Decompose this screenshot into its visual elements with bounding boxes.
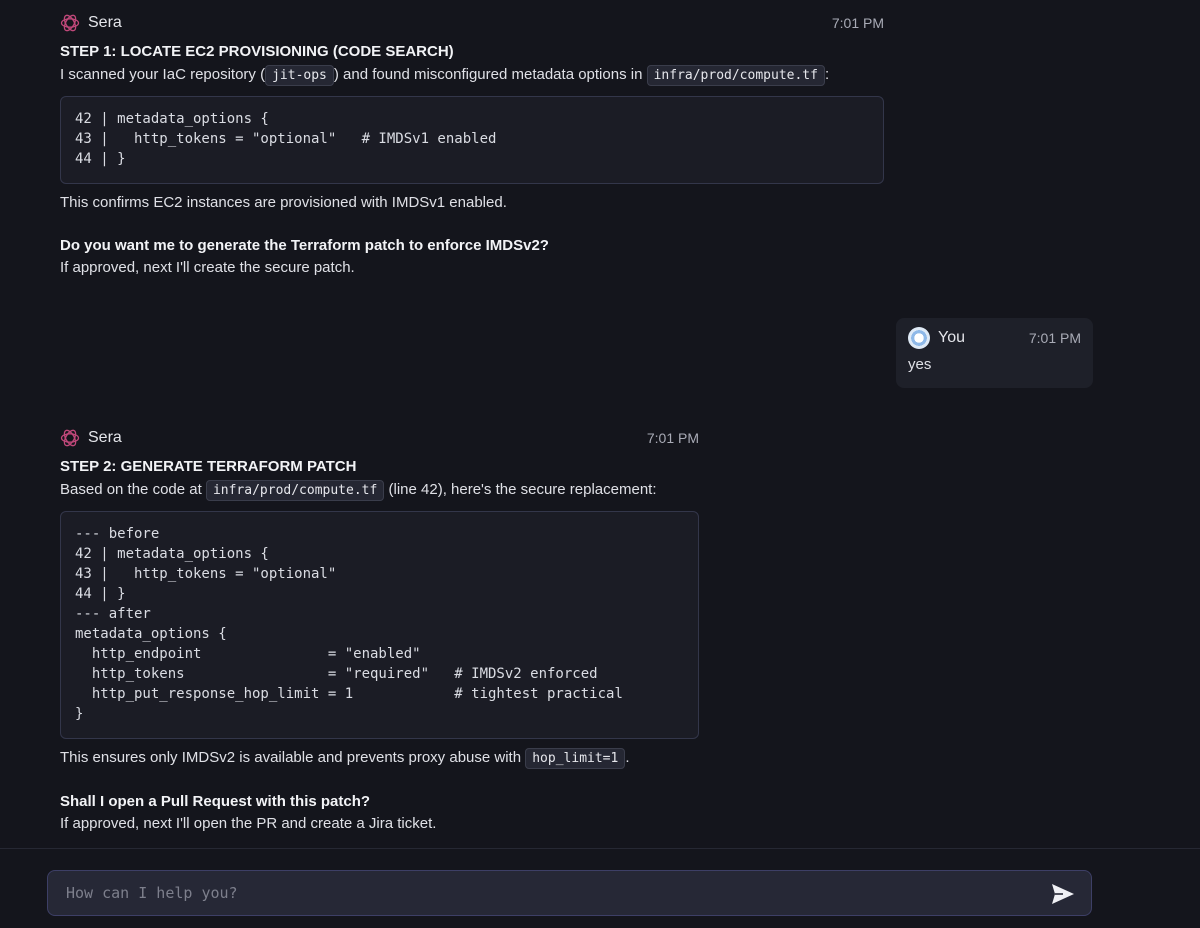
step-title: STEP 1: LOCATE EC2 PROVISIONING (CODE SE… [60, 43, 454, 60]
message-header: Sera 7:01 PM [60, 425, 699, 451]
user-avatar-icon [908, 327, 930, 349]
chat-input[interactable] [48, 871, 1028, 915]
user-message: You 7:01 PM yes [896, 318, 1093, 388]
ensure-text: This ensures only IMDSv2 is available an… [60, 747, 699, 770]
send-icon [1052, 884, 1074, 904]
sender-name: Sera [88, 429, 122, 446]
question-text: Do you want me to generate the Terraform… [60, 237, 549, 254]
intro-text: I scanned your IaC repository (jit-ops) … [60, 64, 884, 87]
intro-text-middle: ) and found misconfigured metadata optio… [333, 66, 643, 83]
sera-logo-icon [60, 13, 80, 33]
inline-code-hop-limit: hop_limit=1 [525, 748, 626, 769]
question-text: Shall I open a Pull Request with this pa… [60, 793, 371, 810]
composer [47, 870, 1092, 916]
followup-text: If approved, next I'll open the PR and c… [60, 815, 437, 832]
intro-text-end: (line 42), here's the secure replacement… [388, 481, 657, 498]
message-header: You 7:01 PM [908, 326, 1081, 350]
code-block[interactable]: --- before 42 | metadata_options { 43 | … [60, 511, 699, 739]
sender-name: You [938, 329, 965, 346]
sera-logo-icon [60, 428, 80, 448]
message-time: 7:01 PM [646, 430, 699, 446]
inline-code-file: infra/prod/compute.tf [205, 480, 385, 501]
assistant-message: Sera 7:01 PM STEP 1: LOCATE EC2 PROVISIO… [60, 10, 884, 279]
composer-bar [0, 848, 1200, 928]
intro-text-start: Based on the code at [60, 481, 202, 498]
chat-transcript: Sera 7:01 PM STEP 1: LOCATE EC2 PROVISIO… [0, 0, 1200, 848]
inline-code-repo: jit-ops [265, 65, 334, 86]
assistant-message: Sera 7:01 PM STEP 2: GENERATE TERRAFORM … [60, 425, 699, 835]
message-time: 7:01 PM [831, 15, 884, 31]
confirm-text: This confirms EC2 instances are provisio… [60, 194, 507, 211]
ensure-text-end: . [625, 749, 630, 766]
intro-text-start: I scanned your IaC repository ( [60, 66, 266, 83]
send-button[interactable] [1049, 880, 1077, 908]
followup-text: If approved, next I'll create the secure… [60, 259, 355, 276]
intro-text: Based on the code at infra/prod/compute.… [60, 479, 699, 502]
step-title: STEP 2: GENERATE TERRAFORM PATCH [60, 458, 357, 475]
message-time: 7:01 PM [1028, 330, 1081, 346]
message-header: Sera 7:01 PM [60, 10, 884, 36]
code-block[interactable]: 42 | metadata_options { 43 | http_tokens… [60, 96, 884, 184]
intro-text-end: : [824, 66, 830, 83]
sender-name: Sera [88, 14, 122, 31]
inline-code-file: infra/prod/compute.tf [646, 65, 825, 86]
user-message-text: yes [908, 356, 932, 373]
ensure-text-start: This ensures only IMDSv2 is available an… [60, 749, 522, 766]
